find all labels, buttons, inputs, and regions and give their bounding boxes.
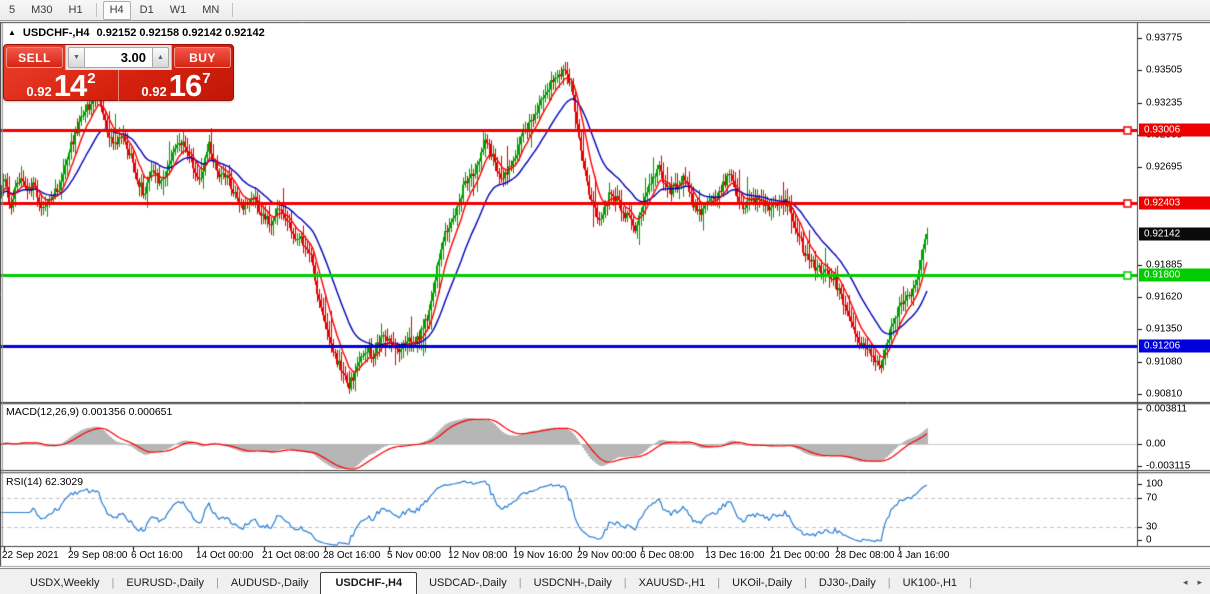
- chart-tab-xauusd[interactable]: XAUUSD-,H1: [627, 573, 718, 594]
- chart-tab-eurusd[interactable]: EURUSD-,Daily: [114, 573, 216, 594]
- chart-tab-dj30[interactable]: DJ30-,Daily: [807, 573, 888, 594]
- price-axis-tick-label: 0.93505: [1146, 64, 1183, 76]
- time-axis-label: 6 Oct 16:00: [131, 550, 183, 561]
- price-level-badge: 0.92403: [1139, 196, 1210, 210]
- one-click-trade-panel: SELL ▼ 3.00 ▲ BUY 0.92 14 2 0.92 16 7: [3, 44, 234, 101]
- time-axis-label: 12 Nov 08:00: [448, 550, 508, 561]
- macd-axis-label: 0.00: [1146, 438, 1166, 450]
- timeframe-button-h4[interactable]: H4: [102, 0, 131, 20]
- lot-increase-button[interactable]: ▲: [152, 47, 169, 68]
- rsi-axis-label: 0: [1146, 534, 1152, 546]
- time-axis-label: 21 Dec 00:00: [770, 550, 830, 561]
- price-axis-tick-label: 0.93235: [1146, 97, 1183, 109]
- price-level-badge: 0.93006: [1139, 123, 1210, 137]
- tab-separator: |: [969, 577, 972, 589]
- bid-price-prefix: 0.92: [26, 84, 52, 99]
- mt4-terminal-window: 5 M30 H1 H4 D1 W1 MN ▲ USDCHF-,H4 0.92152 0.92…: [0, 0, 1210, 594]
- timeframe-button-mn[interactable]: MN: [195, 1, 226, 20]
- time-axis-label: 28 Dec 08:00: [835, 550, 895, 561]
- toolbar-separator: [95, 3, 97, 17]
- price-axis-tick-label: 0.91080: [1146, 356, 1183, 368]
- lot-size-input[interactable]: 3.00: [85, 47, 152, 68]
- chart-tab-usdcad[interactable]: USDCAD-,Daily: [417, 573, 519, 594]
- ask-price-big: 16: [168, 68, 202, 103]
- timeframe-button-w1[interactable]: W1: [163, 1, 194, 20]
- chart-tab-bar: USDX,Weekly | EURUSD-,Daily | AUDUSD-,Daily U…: [0, 568, 1210, 594]
- price-level-badge: 0.91206: [1139, 339, 1210, 353]
- bid-price-display[interactable]: 0.92 14 2: [4, 70, 119, 101]
- price-level-badge: 0.91800: [1139, 268, 1210, 282]
- chart-tab-uk100[interactable]: UK100-,H1: [891, 573, 969, 594]
- chart-tab-usdcnh[interactable]: USDCNH-,Daily: [522, 573, 624, 594]
- bid-price-big: 14: [53, 68, 87, 103]
- time-axis-label: 4 Jan 16:00: [897, 550, 950, 561]
- bid-price-sup: 2: [87, 70, 96, 87]
- time-axis-label: 28 Oct 16:00: [323, 550, 381, 561]
- price-axis-tick-label: 0.92695: [1146, 161, 1183, 173]
- timeframe-button-h1[interactable]: H1: [62, 1, 90, 20]
- chart-ohlc-values: 0.92152 0.92158 0.92142 0.92142: [96, 27, 265, 39]
- price-axis-tick-label: 0.90810: [1146, 388, 1183, 400]
- macd-axis-label: 0.003811: [1146, 403, 1187, 415]
- chart-symbol-label: USDCHF-,H4: [22, 27, 90, 39]
- price-axis-tick-label: 0.93775: [1146, 32, 1183, 44]
- time-axis-label: 22 Sep 2021: [2, 550, 59, 561]
- price-level-badge: 0.92142: [1139, 227, 1210, 241]
- time-axis-label: 14 Oct 00:00: [196, 550, 254, 561]
- tab-scroll-nav: ◂ ▸: [1183, 577, 1202, 588]
- macd-indicator-label: MACD(12,26,9) 0.001356 0.000651: [6, 406, 173, 418]
- timeframe-button-5[interactable]: 5: [2, 1, 22, 20]
- time-axis-label: 5 Nov 00:00: [387, 550, 441, 561]
- rsi-axis-label: 70: [1146, 492, 1158, 504]
- sell-button[interactable]: SELL: [6, 47, 63, 68]
- chart-title: ▲ USDCHF-,H4 0.92152 0.92158 0.92142 0.9…: [8, 27, 265, 39]
- timeframe-toolbar: 5 M30 H1 H4 D1 W1 MN: [0, 0, 1210, 21]
- chart-tab-ukoil[interactable]: UKOil-,Daily: [720, 573, 804, 594]
- tab-scroll-right-icon[interactable]: ▸: [1197, 577, 1202, 588]
- toolbar-separator: [232, 3, 234, 17]
- timeframe-button-m30[interactable]: M30: [24, 1, 59, 20]
- time-axis-label: 29 Nov 00:00: [577, 550, 637, 561]
- lot-decrease-button[interactable]: ▼: [68, 47, 85, 68]
- timeframe-button-d1[interactable]: D1: [133, 1, 161, 20]
- time-axis-label: 29 Sep 08:00: [68, 550, 128, 561]
- lot-size-spinner: ▼ 3.00 ▲: [65, 45, 172, 70]
- chart-tab-usdchf[interactable]: USDCHF-,H4: [320, 572, 418, 594]
- chart-tab-usdx[interactable]: USDX,Weekly: [18, 573, 111, 594]
- time-axis-label: 19 Nov 16:00: [513, 550, 573, 561]
- buy-button[interactable]: BUY: [174, 47, 231, 68]
- rsi-indicator-label: RSI(14) 62.3029: [6, 476, 84, 488]
- time-axis-label: 6 Dec 08:00: [640, 550, 694, 561]
- rsi-axis-label: 30: [1146, 521, 1158, 533]
- ask-price-display[interactable]: 0.92 16 7: [119, 70, 233, 101]
- tab-scroll-left-icon[interactable]: ◂: [1183, 577, 1188, 588]
- time-axis-label: 21 Oct 08:00: [262, 550, 320, 561]
- time-axis-label: 13 Dec 16:00: [705, 550, 765, 561]
- ask-price-prefix: 0.92: [141, 84, 167, 99]
- chart-tab-audusd[interactable]: AUDUSD-,Daily: [219, 573, 321, 594]
- ask-price-sup: 7: [202, 70, 211, 87]
- price-axis-tick-label: 0.91620: [1146, 291, 1183, 303]
- price-axis-tick-label: 0.91350: [1146, 323, 1183, 335]
- collapse-panel-icon[interactable]: ▲: [8, 29, 16, 37]
- macd-axis-label: -0.003115: [1146, 460, 1191, 472]
- rsi-axis-label: 100: [1146, 478, 1163, 490]
